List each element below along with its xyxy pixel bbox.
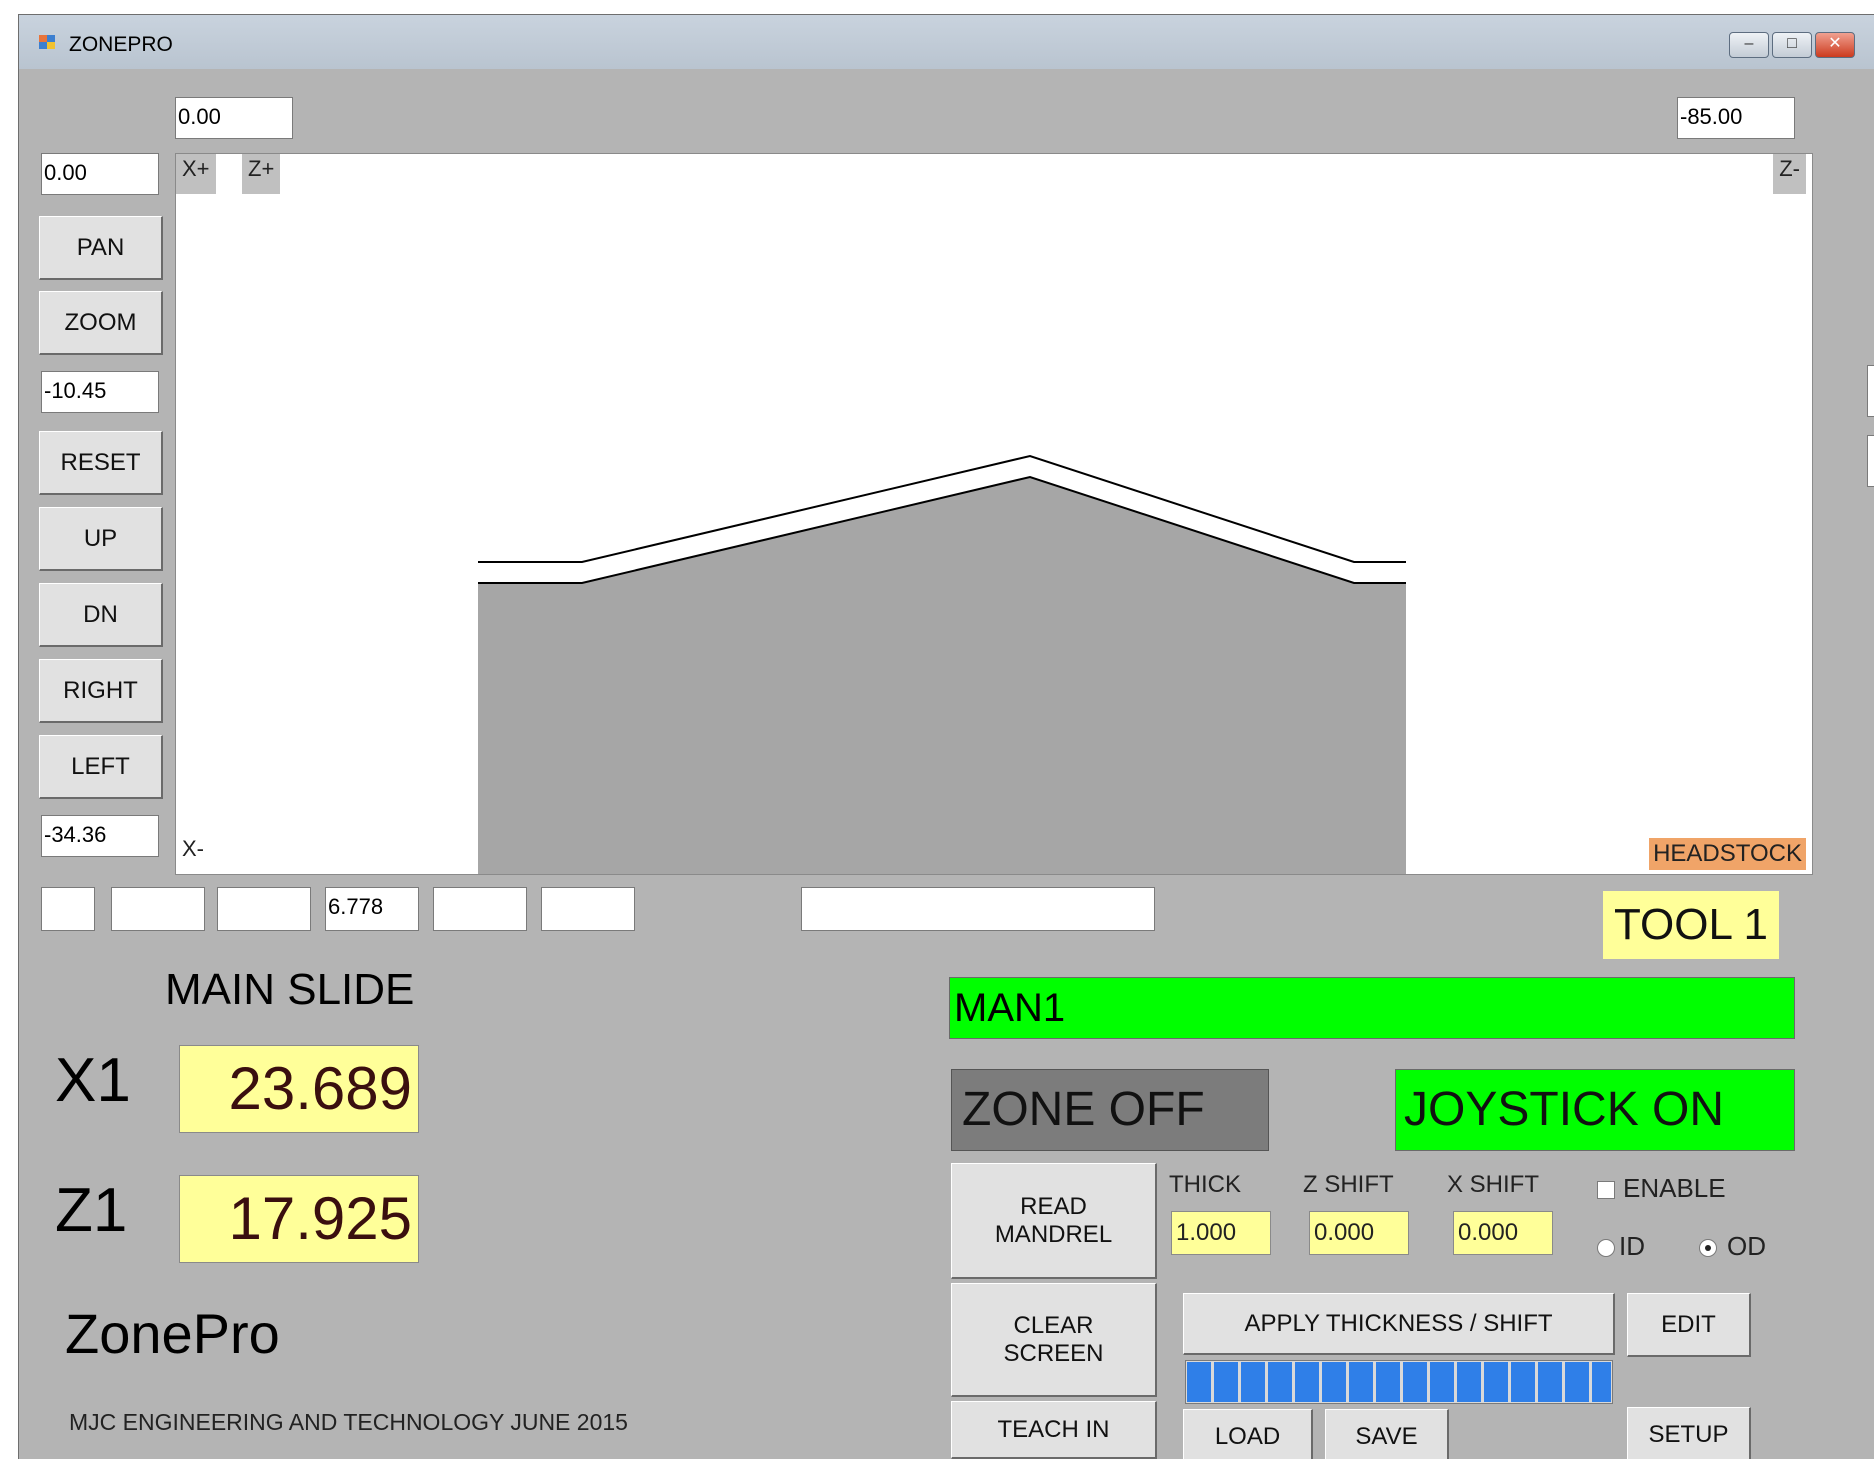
mandrel-shape (478, 477, 1406, 874)
program-name-bar: MAN1 (949, 977, 1795, 1039)
od-radio[interactable] (1699, 1239, 1717, 1257)
minimize-button[interactable]: – (1729, 32, 1769, 58)
footer-credit: MJC ENGINEERING AND TECHNOLOGY JUNE 2015 (69, 1409, 628, 1435)
app-name-label: ZonePro (65, 1302, 280, 1365)
progress-bar-fill (1187, 1362, 1611, 1402)
read-mandrel-button[interactable]: READ MANDREL (951, 1163, 1157, 1279)
view-left-top-field[interactable]: 0.00 (41, 153, 159, 195)
joystick-status-panel: JOYSTICK ON (1395, 1069, 1795, 1151)
window-title: ZONEPRO (69, 33, 173, 56)
mandrel-profile (478, 454, 1406, 874)
app-window: ZONEPRO – □ ✕ 0.00 -85.00 0.00 PAN ZOOM … (18, 14, 1874, 1459)
z1-label: Z1 (55, 1176, 128, 1245)
coord-field-1[interactable] (41, 887, 95, 931)
x-shift-label: X SHIFT (1447, 1171, 1540, 1198)
offscreen-field-1[interactable] (1867, 365, 1874, 417)
zoom-value-field[interactable]: -10.45 (41, 371, 159, 413)
zoom-button[interactable]: ZOOM (39, 291, 163, 355)
view-top-left-field[interactable]: 0.00 (175, 97, 293, 139)
z-shift-input[interactable]: 0.000 (1309, 1211, 1409, 1255)
enable-checkbox[interactable] (1597, 1181, 1615, 1199)
maximize-icon: □ (1787, 35, 1797, 52)
tool-indicator: TOOL 1 (1603, 891, 1779, 959)
right-button[interactable]: RIGHT (39, 659, 163, 723)
minimize-icon: – (1744, 35, 1754, 52)
app-icon (39, 35, 55, 49)
main-slide-title: MAIN SLIDE (165, 965, 415, 1014)
profile-view-canvas[interactable]: X+ Z+ Z- X- HEADSTOCK (175, 153, 1813, 875)
z-shift-label: Z SHIFT (1303, 1171, 1394, 1198)
edit-button[interactable]: EDIT (1627, 1293, 1751, 1357)
id-radio-label: ID (1619, 1231, 1645, 1261)
left-button[interactable]: LEFT (39, 735, 163, 799)
close-button[interactable]: ✕ (1815, 32, 1855, 58)
thick-label: THICK (1169, 1171, 1241, 1198)
x-shift-input[interactable]: 0.000 (1453, 1211, 1553, 1255)
maximize-button[interactable]: □ (1772, 32, 1812, 58)
save-button[interactable]: SAVE (1325, 1409, 1449, 1459)
coord-field-2[interactable] (111, 887, 205, 931)
enable-label: ENABLE (1623, 1173, 1726, 1203)
load-button[interactable]: LOAD (1183, 1409, 1313, 1459)
coord-field-5[interactable] (433, 887, 527, 931)
up-button[interactable]: UP (39, 507, 163, 571)
down-button[interactable]: DN (39, 583, 163, 647)
z1-position-readout: 17.925 (179, 1175, 419, 1263)
offscreen-field-2[interactable] (1867, 435, 1874, 487)
coord-field-3[interactable] (217, 887, 311, 931)
id-radio[interactable] (1597, 1239, 1615, 1257)
clear-screen-button[interactable]: CLEAR SCREEN (951, 1283, 1157, 1397)
message-field[interactable] (801, 887, 1155, 931)
title-bar: ZONEPRO – □ ✕ (19, 15, 1874, 69)
x1-position-readout: 23.689 (179, 1045, 419, 1133)
headstock-label: HEADSTOCK (1649, 838, 1806, 870)
zone-status-panel: ZONE OFF (951, 1069, 1269, 1151)
x1-label: X1 (55, 1046, 131, 1115)
close-icon: ✕ (1828, 35, 1842, 52)
reset-button[interactable]: RESET (39, 431, 163, 495)
od-radio-label: OD (1727, 1231, 1766, 1261)
progress-bar (1185, 1360, 1613, 1404)
coord-field-4[interactable]: 6.778 (325, 887, 419, 931)
thick-input[interactable]: 1.000 (1171, 1211, 1271, 1255)
view-top-right-field[interactable]: -85.00 (1677, 97, 1795, 139)
coord-field-6[interactable] (541, 887, 635, 931)
pan-button[interactable]: PAN (39, 216, 163, 280)
view-left-bottom-field[interactable]: -34.36 (41, 815, 159, 857)
apply-thickness-shift-button[interactable]: APPLY THICKNESS / SHIFT (1183, 1293, 1615, 1355)
teach-in-button[interactable]: TEACH IN (951, 1401, 1157, 1459)
setup-button[interactable]: SETUP (1627, 1407, 1751, 1459)
